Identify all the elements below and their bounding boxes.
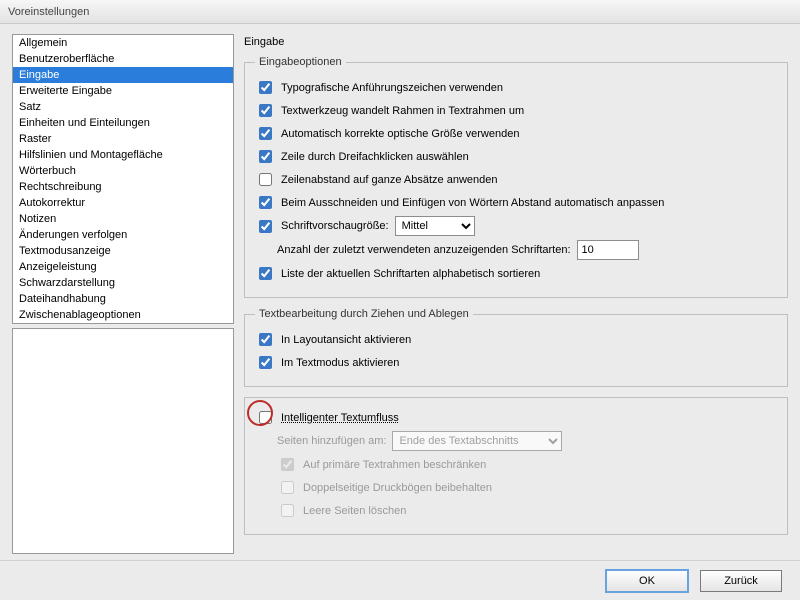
checkbox-smart-reflow[interactable] — [259, 411, 272, 424]
label-smart-reflow[interactable]: Intelligenter Textumfluss — [281, 412, 399, 424]
sidebar-item[interactable]: Hilfslinien und Montagefläche — [13, 147, 233, 163]
label-layout-view[interactable]: In Layoutansicht aktivieren — [281, 334, 411, 346]
label-typographic-quotes[interactable]: Typografische Anführungszeichen verwende… — [281, 82, 503, 94]
sidebar-item[interactable]: Zwischenablageoptionen — [13, 307, 233, 323]
fieldset-drag-drop: Textbearbeitung durch Ziehen und Ablegen… — [244, 308, 788, 387]
sidebar-item[interactable]: Rechtschreibung — [13, 179, 233, 195]
page-title: Eingabe — [244, 34, 788, 56]
sidebar-item[interactable]: Schwarzdarstellung — [13, 275, 233, 291]
checkbox-triple-click[interactable] — [259, 150, 272, 163]
category-list: AllgemeinBenutzeroberflächeEingabeErweit… — [12, 34, 234, 324]
fieldset-input-options: Eingabeoptionen Typografische Anführungs… — [244, 56, 788, 298]
label-story-editor[interactable]: Im Textmodus aktivieren — [281, 357, 399, 369]
label-font-preview[interactable]: Schriftvorschaugröße: — [281, 220, 389, 232]
combo-font-preview-size[interactable]: Mittel — [395, 216, 475, 236]
label-auto-optical-size[interactable]: Automatisch korrekte optische Größe verw… — [281, 128, 519, 140]
checkbox-font-preview[interactable] — [259, 220, 272, 233]
legend-input-options: Eingabeoptionen — [255, 56, 346, 68]
legend-drag-drop: Textbearbeitung durch Ziehen und Ablegen — [255, 308, 473, 320]
ok-button[interactable]: OK — [606, 570, 688, 592]
back-button[interactable]: Zurück — [700, 570, 782, 592]
sidebar-item[interactable]: Notizen — [13, 211, 233, 227]
window-title: Voreinstellungen — [0, 0, 800, 24]
sidebar-item[interactable]: Satz — [13, 99, 233, 115]
checkbox-auto-optical-size[interactable] — [259, 127, 272, 140]
label-sort-fonts[interactable]: Liste der aktuellen Schriftarten alphabe… — [281, 268, 540, 280]
description-area — [12, 328, 234, 554]
input-recent-fonts[interactable] — [577, 240, 639, 260]
checkbox-typographic-quotes[interactable] — [259, 81, 272, 94]
checkbox-sort-fonts[interactable] — [259, 267, 272, 280]
label-leading-paragraph[interactable]: Zeilenabstand auf ganze Absätze anwenden — [281, 174, 498, 186]
checkbox-layout-view[interactable] — [259, 333, 272, 346]
label-cut-paste-spacing[interactable]: Beim Ausschneiden und Einfügen von Wörte… — [281, 197, 664, 209]
checkbox-preserve-spreads — [281, 481, 294, 494]
combo-add-pages: Ende des Textabschnitts — [392, 431, 562, 451]
label-triple-click[interactable]: Zeile durch Dreifachklicken auswählen — [281, 151, 469, 163]
checkbox-primary-frames — [281, 458, 294, 471]
checkbox-cut-paste-spacing[interactable] — [259, 196, 272, 209]
label-text-tool-convert[interactable]: Textwerkzeug wandelt Rahmen in Textrahme… — [281, 105, 524, 117]
label-primary-frames: Auf primäre Textrahmen beschränken — [303, 459, 486, 471]
sidebar-item[interactable]: Textmodusanzeige — [13, 243, 233, 259]
label-preserve-spreads: Doppelseitige Druckbögen beibehalten — [303, 482, 492, 494]
sidebar-item[interactable]: Autokorrektur — [13, 195, 233, 211]
checkbox-delete-empty — [281, 504, 294, 517]
sidebar-item[interactable]: Dateihandhabung — [13, 291, 233, 307]
sidebar-item[interactable]: Wörterbuch — [13, 163, 233, 179]
sidebar-item[interactable]: Allgemein — [13, 35, 233, 51]
sidebar-item[interactable]: Anzeigeleistung — [13, 259, 233, 275]
fieldset-smart-reflow: Intelligenter Textumfluss Seiten hinzufü… — [244, 397, 788, 535]
checkbox-leading-paragraph[interactable] — [259, 173, 272, 186]
sidebar-item[interactable]: Raster — [13, 131, 233, 147]
checkbox-text-tool-convert[interactable] — [259, 104, 272, 117]
label-delete-empty: Leere Seiten löschen — [303, 505, 406, 517]
sidebar-item[interactable]: Änderungen verfolgen — [13, 227, 233, 243]
sidebar-item[interactable]: Eingabe — [13, 67, 233, 83]
sidebar-item[interactable]: Einheiten und Einteilungen — [13, 115, 233, 131]
sidebar-item[interactable]: Erweiterte Eingabe — [13, 83, 233, 99]
sidebar-item[interactable]: Benutzeroberfläche — [13, 51, 233, 67]
label-add-pages: Seiten hinzufügen am: — [277, 435, 386, 447]
checkbox-story-editor[interactable] — [259, 356, 272, 369]
label-recent-fonts: Anzahl der zuletzt verwendeten anzuzeige… — [277, 244, 571, 256]
